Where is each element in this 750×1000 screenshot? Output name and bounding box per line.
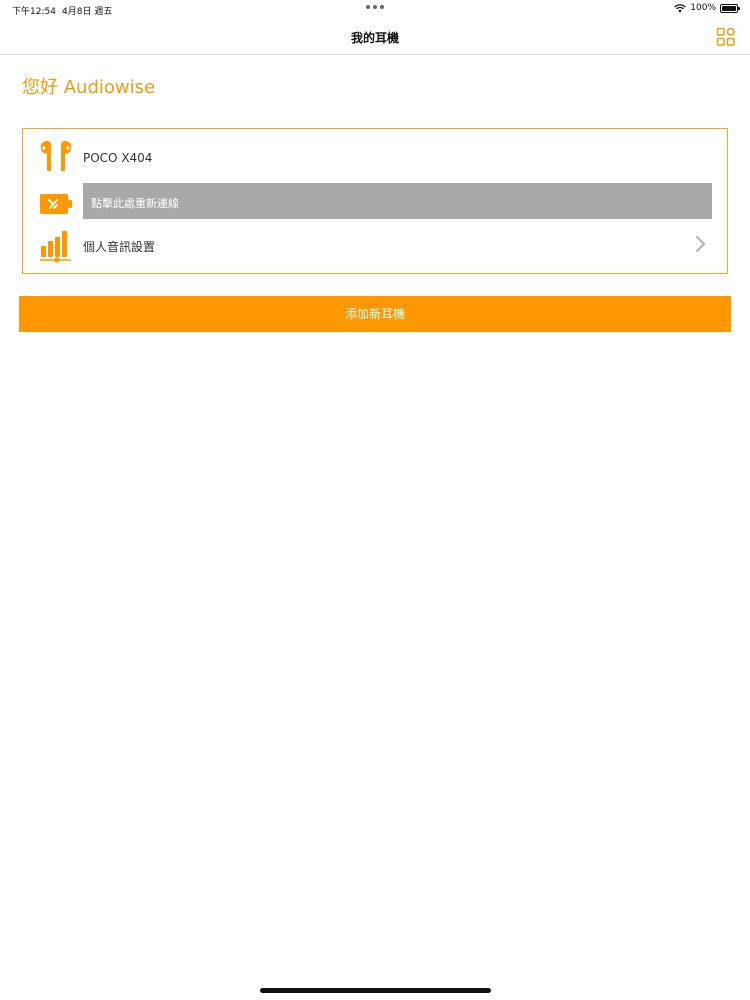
device-name: POCO X404 <box>83 151 153 165</box>
reconnect-button[interactable]: 點擊此處重新連線 <box>83 183 712 219</box>
status-right: 100% <box>674 3 740 13</box>
grid-icon[interactable] <box>716 27 736 47</box>
equalizer-icon <box>40 231 71 263</box>
battery-charging-icon <box>40 194 72 214</box>
device-name-row[interactable]: POCO X404 <box>23 139 727 179</box>
status-bar: 下午12:54 4月8日 週五 100% <box>0 0 750 18</box>
battery-icon <box>720 3 740 13</box>
add-headphones-button[interactable]: 添加新耳機 <box>19 296 731 332</box>
nav-bar: 我的耳機 <box>0 18 750 55</box>
wifi-icon <box>674 3 686 12</box>
audio-settings-label: 個人音訊設置 <box>83 240 156 254</box>
multitasking-dots-icon[interactable] <box>366 5 384 9</box>
audio-settings-row[interactable]: 個人音訊設置 <box>23 227 727 267</box>
status-time: 下午12:54 <box>12 7 56 17</box>
battery-percent: 100% <box>690 3 716 13</box>
status-date: 4月8日 週五 <box>62 7 113 17</box>
earbuds-icon <box>40 141 72 172</box>
page-title: 我的耳機 <box>350 31 399 45</box>
device-card: POCO X404 點擊此處重新連線 個人音訊設置 <box>22 128 728 274</box>
greeting-title: 您好 Audiowise <box>22 77 156 98</box>
reconnect-row[interactable]: 點擊此處重新連線 <box>23 183 727 223</box>
home-indicator[interactable] <box>260 988 491 993</box>
chevron-right-icon <box>696 236 705 252</box>
